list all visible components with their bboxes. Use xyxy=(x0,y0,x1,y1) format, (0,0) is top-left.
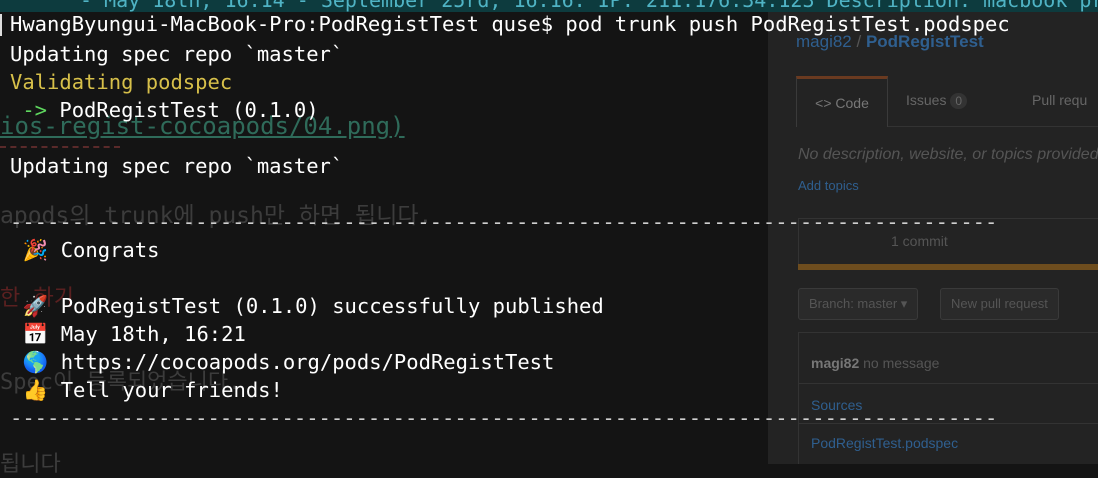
thumbs-up-icon: 👍 xyxy=(22,378,49,402)
output-pod-version-line: -> PodRegistTest (0.1.0) xyxy=(10,96,319,124)
arrow-marker: -> xyxy=(10,98,60,122)
terminal-window[interactable]: HwangByungui-MacBook-Pro:PodRegistTest q… xyxy=(0,0,1098,464)
published-text: PodRegistTest (0.1.0) successfully publi… xyxy=(60,294,604,318)
divider-line-top: ----------------------------------------… xyxy=(10,210,998,234)
party-popper-icon: 🎉 xyxy=(22,238,49,262)
globe-icon: 🌎 xyxy=(22,350,49,374)
rocket-icon: 🚀 xyxy=(22,294,49,318)
congrats-text: Congrats xyxy=(60,238,160,262)
output-tell-line: 👍 Tell your friends! xyxy=(10,376,283,404)
output-updating-spec-2: Updating spec repo `master` xyxy=(10,154,344,178)
output-date-line: 📅 May 18th, 16:21 xyxy=(10,320,246,348)
divider-line-bottom: ----------------------------------------… xyxy=(10,406,998,430)
publish-date: May 18th, 16:21 xyxy=(60,322,246,346)
output-published-line: 🚀 PodRegistTest (0.1.0) successfully pub… xyxy=(10,292,604,320)
output-congrats-line: 🎉 Congrats xyxy=(10,236,160,264)
output-url-line: 🌎 https://cocoapods.org/pods/PodRegistTe… xyxy=(10,348,555,376)
calendar-icon: 📅 xyxy=(22,322,49,346)
pod-url[interactable]: https://cocoapods.org/pods/PodRegistTest xyxy=(61,350,555,374)
output-updating-spec: Updating spec repo `master` xyxy=(10,42,344,66)
tell-friends-text: Tell your friends! xyxy=(60,378,283,402)
pod-version: PodRegistTest (0.1.0) xyxy=(59,98,319,122)
output-validating: Validating podspec xyxy=(10,70,233,94)
command-prompt-line: HwangByungui-MacBook-Pro:PodRegistTest q… xyxy=(10,12,1010,36)
